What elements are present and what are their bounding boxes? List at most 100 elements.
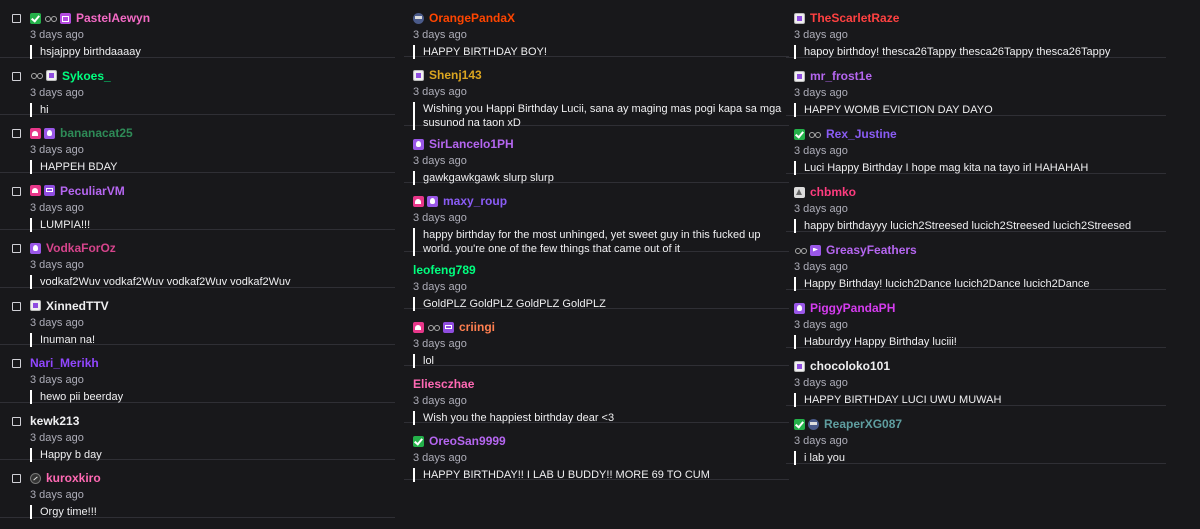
comment-timestamp: 3 days ago <box>794 261 848 273</box>
purple-drop-icon <box>30 242 41 254</box>
comment-item: chocoloko101 3 days ago HAPPY BIRTHDAY LUC… <box>786 348 1166 407</box>
comment-text: HAPPY WOMB EVICTION DAY DAYO <box>794 103 1159 117</box>
username-link[interactable]: maxy_roup <box>443 194 507 208</box>
select-checkbox[interactable] <box>12 474 21 483</box>
username-link[interactable]: Shenj143 <box>429 68 482 82</box>
comment-timestamp: 3 days ago <box>30 431 84 444</box>
username-link[interactable]: kewk213 <box>30 414 79 428</box>
username-link[interactable]: Rex_Justine <box>826 127 897 141</box>
comment-header: VodkaForOz <box>30 240 116 256</box>
username-link[interactable]: Eliesczhae <box>413 377 474 391</box>
username-link[interactable]: PeculiarVM <box>60 184 125 198</box>
comment-text: Haburdyy Happy Birthday luciii! <box>794 335 1159 349</box>
comment-header: OreoSan9999 <box>413 433 506 449</box>
username-link[interactable]: leofeng789 <box>413 263 476 277</box>
glasses-icon <box>794 245 807 256</box>
comment-item: Nari_Merikh 3 days ago hewo pii beerday <box>0 345 395 404</box>
comment-text: Orgy time!!! <box>30 505 395 519</box>
username-link[interactable]: OrangePandaX <box>429 11 515 25</box>
username-link[interactable]: mr_frost1e <box>810 69 872 83</box>
green-check-icon <box>794 418 805 430</box>
select-checkbox[interactable] <box>12 301 21 311</box>
select-checkbox[interactable] <box>12 129 21 138</box>
comment-timestamp: 3 days ago <box>30 374 84 386</box>
username-link[interactable]: Nari_Merikh <box>30 356 99 370</box>
username-link[interactable]: OreoSan9999 <box>429 434 506 448</box>
subscriber-icon <box>30 300 41 311</box>
comment-text: HAPPY BIRTHDAY LUCI UWU MUWAH <box>794 393 1159 407</box>
comment-timestamp: 3 days ago <box>30 201 84 214</box>
comment-item: XinnedTTV 3 days ago Inuman na! <box>0 288 395 347</box>
comment-header: Shenj143 <box>413 67 482 83</box>
comment-item: kuroxkiro 3 days ago Orgy time!!! <box>0 460 395 519</box>
comment-timestamp: 3 days ago <box>413 212 467 224</box>
comment-column: OrangePandaX 3 days ago HAPPY BIRTHDAY BOY… <box>404 0 789 482</box>
gray-triangle-icon <box>794 186 805 198</box>
comment-timestamp: 3 days ago <box>794 29 848 41</box>
comment-timestamp: 3 days ago <box>30 86 84 99</box>
select-checkbox[interactable] <box>12 416 21 426</box>
username-link[interactable]: VodkaForOz <box>46 241 116 255</box>
username-link[interactable]: criingi <box>459 320 495 334</box>
pink-heart-icon <box>30 127 41 139</box>
comment-header: GreasyFeathers <box>794 242 917 258</box>
comment-header: chocoloko101 <box>794 358 890 374</box>
comment-header: bananacat25 <box>30 125 133 141</box>
comment-header: leofeng789 <box>413 262 476 278</box>
purple-drop-icon <box>427 195 438 207</box>
comment-header: PiggyPandaPH <box>794 300 895 316</box>
select-checkbox[interactable] <box>12 244 21 253</box>
comment-header: criingi <box>413 319 495 335</box>
comment-item: PastelAewyn 3 days ago hsjajppy birthdaaaa… <box>0 0 395 59</box>
comment-timestamp: 3 days ago <box>30 489 84 501</box>
comment-timestamp: 3 days ago <box>794 319 848 331</box>
comment-item: OrangePandaX 3 days ago HAPPY BIRTHDAY BOY… <box>404 0 789 59</box>
comment-item: kewk213 3 days ago Happy b day <box>0 403 395 462</box>
comment-item: Eliesczhae 3 days ago Wish you the happies… <box>404 366 789 425</box>
username-link[interactable]: XinnedTTV <box>46 299 109 313</box>
comment-timestamp: 3 days ago <box>794 377 848 389</box>
comment-header: maxy_roup <box>413 193 507 209</box>
username-link[interactable]: chbmko <box>810 185 856 199</box>
comment-timestamp: 3 days ago <box>794 87 848 99</box>
green-check-icon <box>794 128 805 140</box>
username-link[interactable]: chocoloko101 <box>810 359 890 373</box>
comment-timestamp: 3 days ago <box>413 86 467 98</box>
comment-item: mr_frost1e 3 days ago HAPPY WOMB EVICTION … <box>786 58 1166 117</box>
purple-drop-icon <box>794 302 805 314</box>
username-link[interactable]: PiggyPandaPH <box>810 301 895 315</box>
comment-item: VodkaForOz 3 days ago vodkaf2Wuv vodkaf2Wu… <box>0 230 395 289</box>
select-checkbox[interactable] <box>12 186 21 196</box>
comment-header: Eliesczhae <box>413 376 474 392</box>
comment-header: Sykoes_ <box>30 68 111 84</box>
glasses-icon <box>30 70 43 81</box>
username-link[interactable]: bananacat25 <box>60 126 133 140</box>
select-checkbox[interactable] <box>12 71 21 81</box>
comment-header: ReaperXG087 <box>794 416 902 432</box>
select-checkbox[interactable] <box>12 14 21 23</box>
subscriber-icon <box>794 12 805 24</box>
comment-item: Sykoes_ 3 days ago hi <box>0 58 395 117</box>
username-link[interactable]: SirLancelo1PH <box>429 137 514 151</box>
comment-item: leofeng789 3 days ago GoldPLZ GoldPLZ Gold… <box>404 252 789 311</box>
purple-drop-icon <box>44 127 55 139</box>
comment-item: Shenj143 3 days ago Wishing you Happi Birt… <box>404 57 789 130</box>
comment-item: ReaperXG087 3 days ago i lab you <box>786 406 1166 465</box>
comment-text: Luci Happy Birthday I hope mag kita na t… <box>794 161 1159 175</box>
subscriber-icon <box>794 360 805 372</box>
username-link[interactable]: kuroxkiro <box>46 471 101 485</box>
username-link[interactable]: GreasyFeathers <box>826 243 917 257</box>
username-link[interactable]: Sykoes_ <box>62 69 111 83</box>
username-link[interactable]: ReaperXG087 <box>824 417 902 431</box>
subscriber-icon <box>413 69 424 81</box>
comment-text: HAPPY BIRTHDAY!! I LAB U BUDDY!! MORE 69… <box>413 468 783 482</box>
username-link[interactable]: TheScarletRaze <box>810 11 899 25</box>
green-check-icon <box>30 12 41 24</box>
comment-timestamp: 3 days ago <box>30 29 84 41</box>
ninja-icon <box>413 12 424 24</box>
comment-header: chbmko <box>794 184 856 200</box>
pink-heart-icon <box>413 195 424 207</box>
select-checkbox[interactable] <box>12 359 21 368</box>
username-link[interactable]: PastelAewyn <box>76 11 150 25</box>
comment-item: criingi 3 days ago lol <box>404 309 789 368</box>
